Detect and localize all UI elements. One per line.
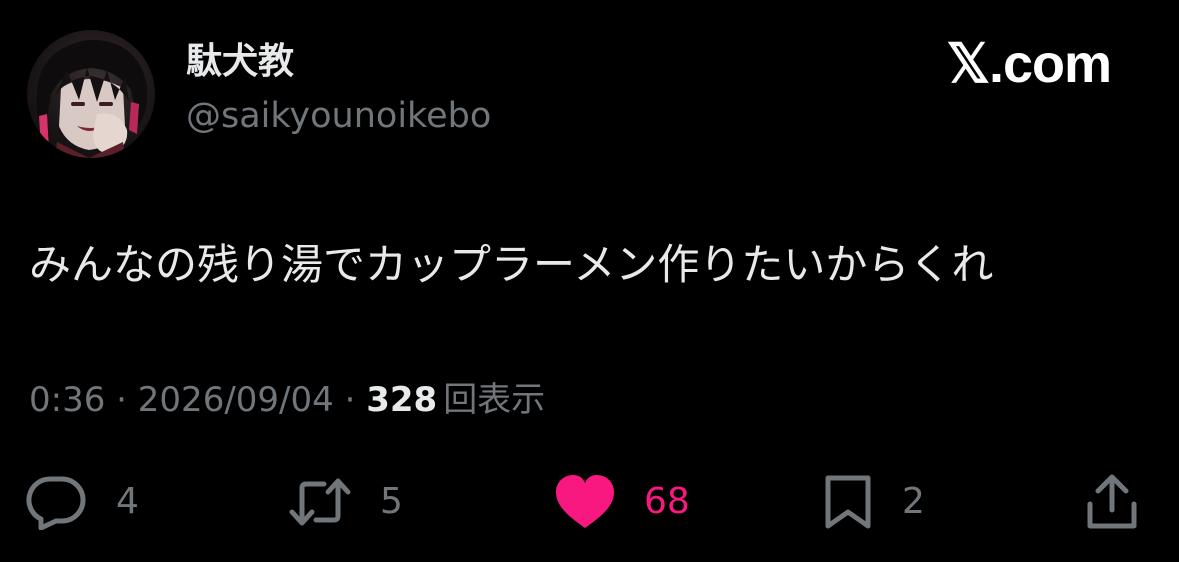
like-button[interactable]: 68 bbox=[554, 472, 690, 532]
meta-separator: · bbox=[344, 380, 356, 420]
like-count: 68 bbox=[644, 481, 690, 522]
user-handle[interactable]: @saikyounoikebo bbox=[186, 94, 491, 138]
tweet-text: みんなの残り湯でカップラーメン作りたいからくれ bbox=[29, 240, 994, 289]
retweet-count: 5 bbox=[380, 481, 403, 522]
heart-icon bbox=[556, 475, 614, 528]
reply-button[interactable]: 4 bbox=[26, 472, 139, 532]
tweet-date[interactable]: 2026/09/04 bbox=[138, 380, 334, 420]
share-icon bbox=[1087, 474, 1137, 529]
meta-separator: · bbox=[116, 380, 127, 420]
tweet-time[interactable]: 0:36 bbox=[29, 380, 105, 420]
retweet-button[interactable]: 5 bbox=[288, 472, 403, 532]
x-brand-label: 𝕏.com bbox=[946, 34, 1112, 94]
share-button[interactable] bbox=[1084, 472, 1140, 532]
avatar[interactable] bbox=[27, 30, 155, 158]
bookmark-button[interactable]: 2 bbox=[822, 472, 925, 532]
retweet-icon bbox=[289, 478, 351, 526]
reply-count: 4 bbox=[116, 481, 139, 522]
tweet-meta: 0:36 · 2026/09/04 · 328 回表示 bbox=[29, 378, 545, 422]
bookmark-count: 2 bbox=[902, 481, 925, 522]
views-count: 328 bbox=[366, 380, 438, 420]
bookmark-icon bbox=[825, 475, 871, 529]
reply-icon bbox=[26, 476, 86, 530]
views-label: 回表示 bbox=[443, 380, 546, 420]
display-name[interactable]: 駄犬教 bbox=[186, 40, 294, 84]
avatar-illustration bbox=[36, 39, 148, 158]
